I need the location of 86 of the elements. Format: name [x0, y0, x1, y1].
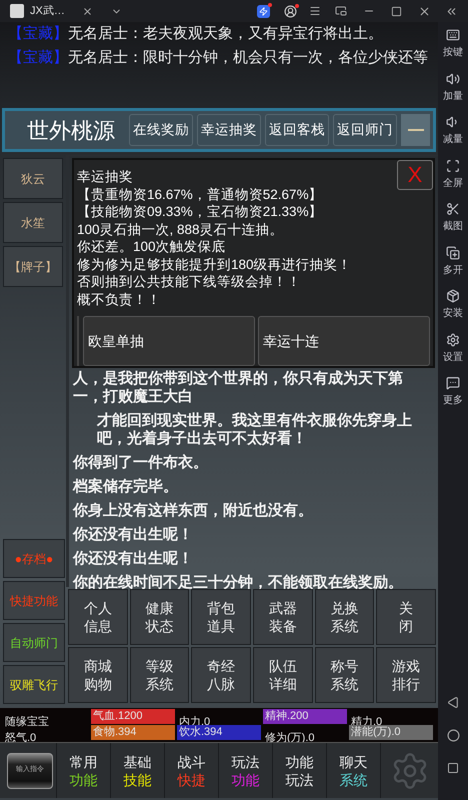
menu-icon[interactable] — [309, 5, 321, 17]
npc-button[interactable]: 狄云 — [3, 158, 63, 199]
nav-tab[interactable]: 玩法 功能 — [218, 743, 272, 798]
back-icon[interactable] — [446, 696, 460, 709]
menu-button[interactable]: 兑换 系统 — [314, 589, 374, 645]
menu-button[interactable]: 背包 道具 — [191, 589, 251, 645]
speaker-plus-icon[interactable] — [446, 72, 460, 86]
location-title: 世外桃源 — [27, 116, 116, 144]
dialog-text: 100灵石抽一次, 888灵石十连抽。 — [77, 220, 284, 238]
nav-tab[interactable]: 聊天 系统 — [326, 743, 380, 798]
close-icon[interactable] — [418, 4, 431, 18]
log-text: 你还没有出生呢！ — [73, 550, 194, 568]
menu-button[interactable]: 个人 信息 — [68, 589, 128, 645]
tool-label[interactable]: 加量 — [443, 90, 463, 102]
window-icon[interactable] — [335, 5, 347, 17]
stat-bar: 饮水.394 — [177, 725, 261, 740]
maximize-icon[interactable] — [391, 6, 402, 16]
tool-label[interactable]: 设置 — [443, 350, 463, 364]
menu-button[interactable]: 商城 购物 — [68, 647, 128, 703]
stat-bar: 精神.200 — [263, 709, 347, 724]
more-icon[interactable] — [446, 376, 460, 390]
menu-button[interactable]: 武器 装备 — [253, 589, 313, 645]
dialog-text: 否则抽到公共技能下线等级会掉！！ — [77, 273, 301, 290]
tool-label[interactable]: 减量 — [443, 133, 463, 146]
nav-tab[interactable]: 基础 技能 — [110, 743, 164, 798]
log-text: 你的在线时间不足三十分钟，不能领取在线奖励。 — [73, 574, 404, 592]
home-icon[interactable] — [446, 729, 460, 742]
stat-bar: 潜能(万).0 — [349, 725, 433, 740]
app-icon — [10, 4, 24, 18]
keyboard-icon[interactable] — [446, 28, 460, 42]
menu-button[interactable]: 奇经 八脉 — [191, 647, 251, 703]
user-icon[interactable] — [284, 4, 297, 18]
npc-button[interactable]: 【牌子】 — [3, 246, 63, 287]
dialog-text: 修为修为足够技能提升到180级再进行抽奖！ — [77, 256, 352, 273]
location-button[interactable]: 在线奖励 — [129, 114, 194, 146]
chat-tag: 【宝藏】 — [8, 24, 68, 44]
dialog-text: 概不负责！！ — [77, 290, 161, 308]
package-icon[interactable] — [446, 289, 460, 303]
add-window-icon[interactable] — [446, 246, 460, 260]
log-text: 你身上没有这样东西，附近也没有。 — [73, 502, 314, 520]
menu-button[interactable]: 队伍 详细 — [253, 647, 313, 703]
chat-message: 无名居士：老夫夜观天象，又有异宝行将出土。 — [68, 24, 383, 44]
menu-button[interactable]: 游戏 排行 — [376, 647, 436, 703]
location-button[interactable]: 返回客栈 — [265, 114, 330, 146]
nav-tab[interactable]: 功能 玩法 — [272, 743, 326, 798]
menu-button[interactable]: 健康 状态 — [130, 589, 190, 645]
tool-label[interactable]: 全屏 — [443, 176, 463, 190]
tool-label[interactable]: 安装 — [443, 307, 463, 320]
dialog-text: 【贵重物资16.67%，普通物资52.67%】 — [77, 186, 323, 203]
nav-tab[interactable]: 战斗 快捷 — [164, 743, 218, 798]
close-tab-icon[interactable] — [82, 6, 93, 16]
tool-label[interactable]: 多开 — [443, 264, 463, 276]
lightning-icon[interactable] — [257, 4, 270, 18]
tool-label[interactable]: 截图 — [443, 220, 463, 233]
nav-tab[interactable]: 常用 功能 — [56, 743, 110, 798]
tool-label[interactable]: 更多 — [443, 394, 463, 407]
scissors-icon[interactable] — [446, 202, 460, 216]
log-text: 人，是我把你带到这个世界的，你只有成为天下第一，打败魔王大白 — [73, 370, 404, 406]
chat-tag: 【宝藏】 — [8, 48, 68, 68]
log-text: 档案储存完毕。 — [73, 478, 179, 496]
log-text: 你还没有出生呢！ — [73, 526, 194, 544]
tab-title[interactable]: JX武… — [30, 2, 76, 20]
draw-button[interactable]: 欧皇单抽 — [83, 316, 255, 366]
npc-button[interactable]: 水笙 — [3, 202, 63, 243]
collapse-button[interactable] — [401, 114, 430, 146]
dialog-text: 【技能物资09.33%，宝石物资21.33%】 — [77, 203, 323, 220]
location-button[interactable]: 幸运抽奖 — [197, 114, 262, 146]
log-text: 才能回到现实世界。我这里有件衣服你先穿身上吧，光着身子出去可不太好看！ — [96, 412, 413, 448]
stat-bar: 食物.394 — [91, 725, 175, 740]
location-button[interactable]: 返回师门 — [333, 114, 398, 146]
menu-button[interactable]: 关 闭 — [376, 589, 436, 645]
tool-label[interactable]: 按键 — [443, 46, 463, 59]
dialog-title: 幸运抽奖 — [77, 168, 133, 186]
fullscreen-icon[interactable] — [446, 158, 460, 172]
settings-icon[interactable] — [446, 332, 460, 346]
stat-label: 随缘宝宝 — [4, 716, 49, 728]
quick-button[interactable]: 驭雕飞行 — [3, 665, 65, 704]
quick-button[interactable]: 自动师门 — [3, 623, 65, 662]
draw-button[interactable]: 幸运十连 — [258, 316, 430, 366]
menu-button[interactable]: 等级 系统 — [130, 647, 190, 703]
recents-icon[interactable] — [447, 762, 459, 774]
menu-button[interactable]: 称号 系统 — [314, 647, 374, 703]
log-text: 你得到了一件布衣。 — [73, 454, 209, 472]
stat-bar: 气血.1200 — [91, 709, 175, 724]
chat-message: 无名居士：限时十分钟，机会只有一次，各位少侠还等 — [68, 48, 428, 68]
dialog-text: 你还差。100次触发保底 — [77, 238, 226, 256]
